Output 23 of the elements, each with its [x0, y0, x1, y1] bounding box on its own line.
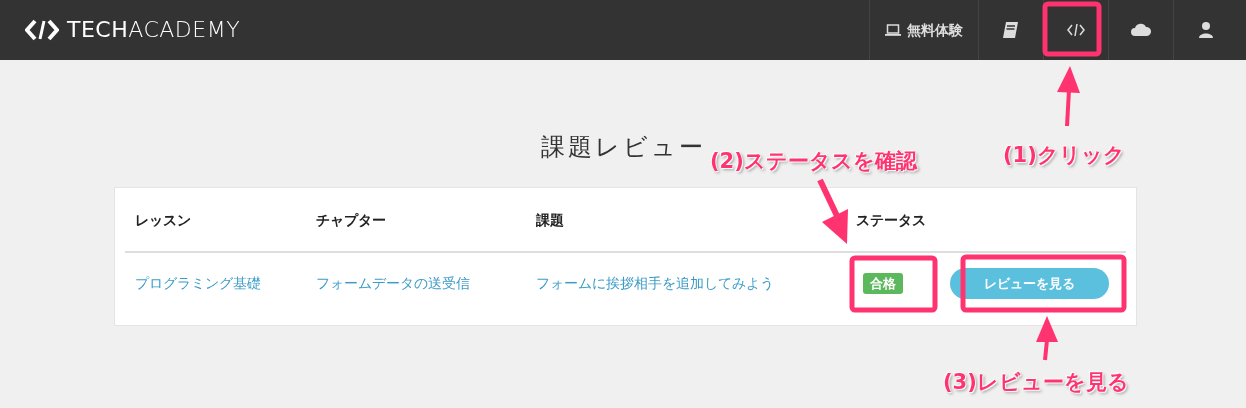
review-button[interactable]: レビューを見る	[949, 267, 1109, 300]
annotation-label: (1)クリック	[1003, 142, 1125, 169]
user-icon	[1196, 20, 1216, 40]
table-link[interactable]: フォームに挨拶相手を追加してみよう	[536, 274, 774, 291]
table-link[interactable]: フォームデータの送受信	[316, 274, 470, 291]
annotation-label: (3)レビューを見る	[943, 369, 1129, 396]
page-title: 課題レビュー	[540, 133, 706, 161]
column-header: レッスン	[135, 211, 191, 228]
code-brackets-icon	[25, 19, 59, 41]
arrow	[1036, 316, 1058, 361]
laptop-icon	[885, 24, 901, 36]
highlight-frame	[1042, 1, 1102, 57]
table-link[interactable]: プログラミング基礎	[135, 274, 261, 291]
status-badge: 合格	[863, 272, 903, 294]
logo-text[interactable]: TECHACADEMY	[67, 19, 241, 41]
book-icon	[1001, 20, 1021, 40]
column-header: チャプター	[316, 211, 386, 228]
column-header: ステータス	[856, 211, 926, 228]
arrow	[817, 178, 848, 244]
trial-link[interactable]: 無料体験	[869, 0, 978, 60]
column-header: 課題	[536, 211, 564, 228]
arrow	[1057, 66, 1080, 127]
annotation-label: (2)ステータスを確認	[710, 148, 917, 175]
